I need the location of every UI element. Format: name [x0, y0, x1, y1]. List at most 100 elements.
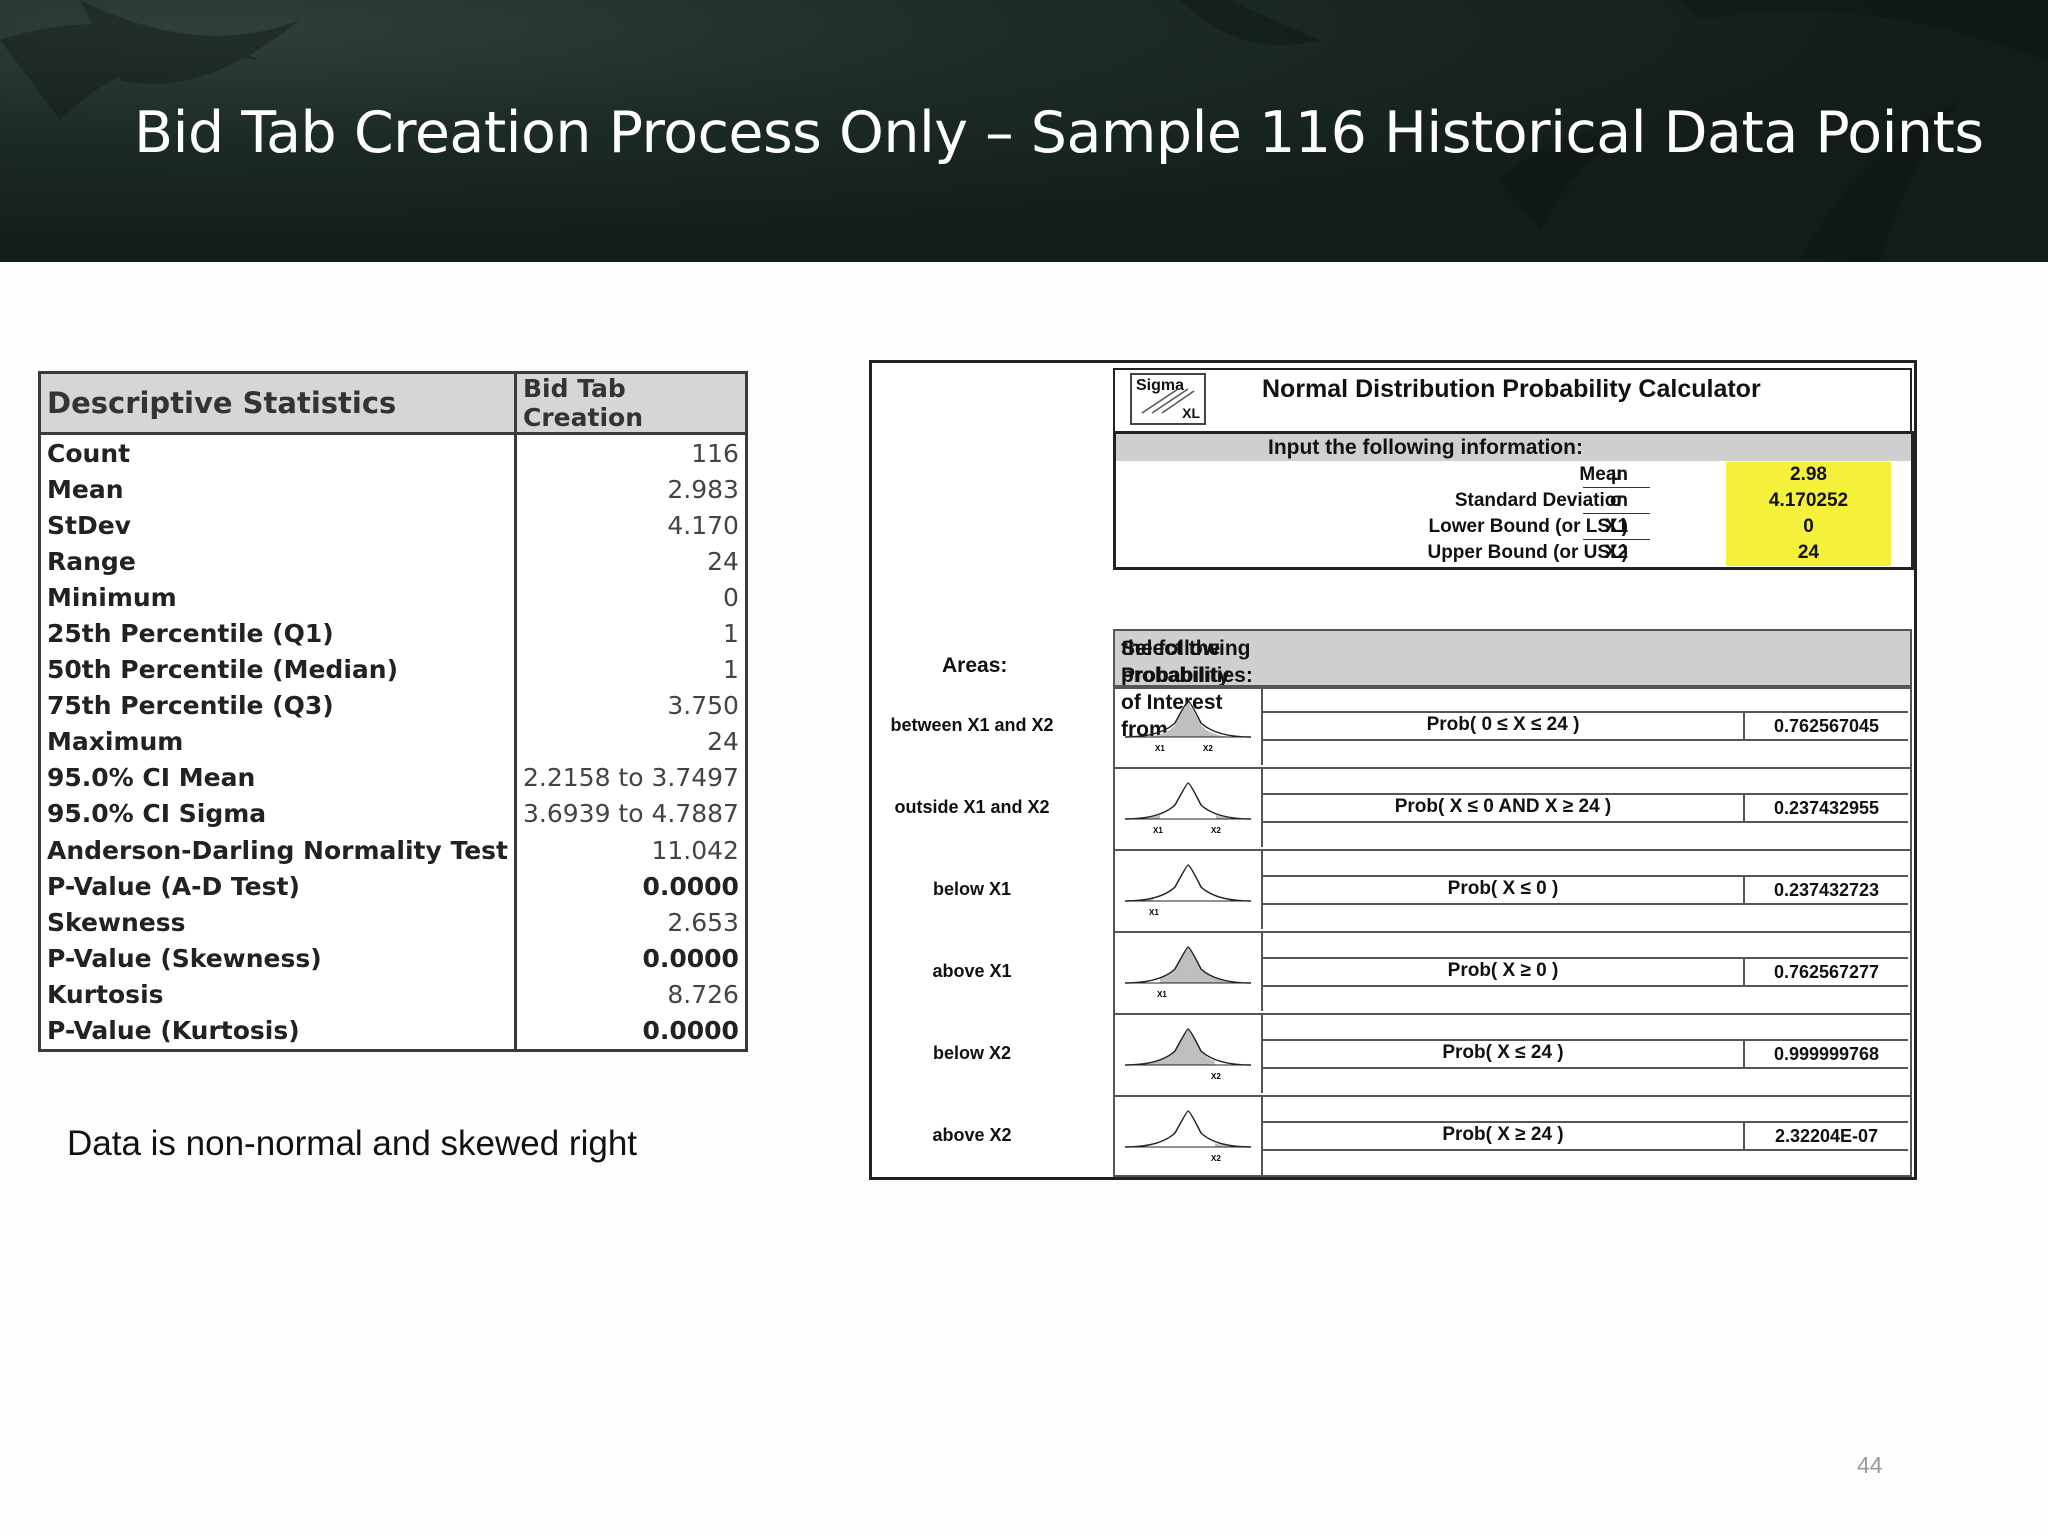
- table-row: 75th Percentile (Q3) 3.750: [38, 687, 748, 724]
- logo-text-bottom: XL: [1182, 405, 1200, 421]
- input-header: Input the following information:: [1116, 434, 1911, 461]
- input-row-lower-bound: Lower Bound (or LSL) X1 0: [1116, 514, 1911, 540]
- table-row: Kurtosis 8.726: [38, 976, 748, 1013]
- probability-expression: Prob( X ≤ 24 ): [1442, 1042, 1564, 1063]
- svg-text:X1: X1: [1155, 744, 1165, 753]
- curve-between-icon: X1 X2: [1115, 685, 1263, 765]
- stat-value: 1: [514, 651, 748, 688]
- stat-value: 4.170: [514, 507, 748, 544]
- probability-result: 0.762567277: [1773, 962, 1880, 982]
- probability-result: 0.237432955: [1773, 798, 1880, 818]
- stat-label: Range: [38, 543, 517, 580]
- table-row: Mean 2.983: [38, 471, 748, 508]
- normal-distribution-calculator: Sigma XL Normal Distribution Probability…: [869, 360, 1917, 1180]
- input-value[interactable]: 24: [1726, 540, 1891, 566]
- stat-label: StDev: [38, 507, 517, 544]
- curve-outside-icon: X1 X2: [1115, 767, 1263, 847]
- stat-label: Minimum: [38, 579, 517, 616]
- area-label: between X1 and X2: [890, 715, 1054, 735]
- input-symbol: X1: [1604, 516, 1629, 537]
- stat-label: Count: [38, 433, 517, 472]
- stat-value: 116: [514, 433, 748, 472]
- input-symbol: µ: [1611, 464, 1622, 485]
- stat-value: 24: [514, 723, 748, 760]
- input-value[interactable]: 0: [1726, 514, 1891, 540]
- stat-label: 25th Percentile (Q1): [38, 615, 517, 652]
- curve-above-x1-icon: X1: [1115, 931, 1263, 1011]
- stat-value: 0.0000: [514, 940, 748, 977]
- table-row: Minimum 0: [38, 579, 748, 616]
- svg-text:X1: X1: [1149, 908, 1159, 917]
- input-row-mean: Mean µ 2.98: [1116, 462, 1911, 488]
- probability-grid: X1 X2 Prob( 0 ≤ X ≤ 24 ) 0.762567045 X1 X2…: [1113, 685, 1912, 1177]
- stat-value: 2.2158 to 3.7497: [514, 759, 748, 796]
- probability-expression: Prob( X ≤ 0 ): [1447, 878, 1559, 899]
- stat-label: Maximum: [38, 723, 517, 760]
- input-section: Input the following information: Mean µ …: [1113, 431, 1914, 570]
- probability-expression: Prob( X ≥ 24 ): [1442, 1124, 1564, 1145]
- area-label: below X1: [932, 879, 1012, 899]
- stat-value: 2.983: [514, 471, 748, 508]
- table-row: 95.0% CI Mean 2.2158 to 3.7497: [38, 759, 748, 796]
- table-row: Skewness 2.653: [38, 904, 748, 941]
- probability-result: 2.32204E-07: [1774, 1126, 1879, 1146]
- probability-expression: Prob( X ≥ 0 ): [1447, 960, 1559, 981]
- probability-header-line: the following probabilities:: [1121, 637, 1253, 687]
- stat-label: P-Value (A-D Test): [38, 868, 517, 905]
- input-value[interactable]: 4.170252: [1726, 488, 1891, 514]
- input-row-stdev: Standard Deviation σ 4.170252: [1116, 488, 1911, 514]
- probability-header: Select the Probability of Interest from t…: [1113, 629, 1912, 741]
- sigmaxl-logo: Sigma XL: [1130, 373, 1206, 425]
- stat-label: 75th Percentile (Q3): [38, 687, 517, 724]
- svg-text:X2: X2: [1211, 1154, 1221, 1163]
- input-symbol: X2: [1604, 542, 1629, 563]
- probability-result: 0.237432723: [1773, 880, 1880, 900]
- probability-expression: Prob( 0 ≤ X ≤ 24 ): [1426, 714, 1580, 735]
- svg-text:X1: X1: [1157, 990, 1167, 999]
- descriptive-statistics-table: Descriptive Statistics Bid Tab Creation …: [38, 371, 748, 1052]
- table-row: StDev 4.170: [38, 507, 748, 544]
- areas-label: Areas:: [942, 654, 1008, 677]
- stat-value: 8.726: [514, 976, 748, 1013]
- curve-below-x2-icon: X2: [1115, 1013, 1263, 1093]
- stat-label: Kurtosis: [38, 976, 517, 1013]
- stat-value: 0.0000: [514, 1012, 748, 1051]
- title-banner: Bid Tab Creation Process Only – Sample 1…: [0, 0, 2048, 262]
- area-label: above X1: [932, 961, 1012, 981]
- input-row-upper-bound: Upper Bound (or USL) X2 24: [1116, 540, 1911, 566]
- stat-value: 0: [514, 579, 748, 616]
- svg-text:X2: X2: [1211, 1072, 1221, 1081]
- stat-value: 1: [514, 615, 748, 652]
- stat-label: Mean: [38, 471, 517, 508]
- svg-text:X1: X1: [1153, 826, 1163, 835]
- page-number: 44: [1857, 1452, 1883, 1478]
- probability-result: 0.999999768: [1773, 1044, 1880, 1064]
- table-row: P-Value (A-D Test) 0.0000: [38, 868, 748, 905]
- probability-expression: Prob( X ≤ 0 AND X ≥ 24 ): [1394, 796, 1612, 817]
- table-row: Maximum 24: [38, 723, 748, 760]
- stat-label: P-Value (Skewness): [38, 940, 517, 977]
- curve-below-x1-icon: X1: [1115, 849, 1263, 929]
- stat-value: 3.6939 to 4.7887: [514, 795, 748, 833]
- area-label: above X2: [932, 1125, 1012, 1145]
- stat-label: 50th Percentile (Median): [38, 651, 517, 688]
- input-value[interactable]: 2.98: [1726, 462, 1891, 488]
- header-stat-value: Bid Tab Creation: [514, 371, 748, 435]
- stat-label: 95.0% CI Mean: [38, 759, 517, 796]
- stat-value: 24: [514, 543, 748, 580]
- header-stat-label: Descriptive Statistics: [38, 371, 517, 435]
- area-label: below X2: [932, 1043, 1012, 1063]
- stat-value: 11.042: [514, 832, 748, 869]
- table-row: 50th Percentile (Median) 1: [38, 651, 748, 688]
- probability-result: 0.762567045: [1773, 716, 1880, 736]
- calculator-title: Normal Distribution Probability Calculat…: [1262, 375, 1761, 403]
- stat-value: 2.653: [514, 904, 748, 941]
- slide-title: Bid Tab Creation Process Only – Sample 1…: [134, 100, 1984, 166]
- table-row: Count 116: [38, 433, 748, 472]
- curve-above-x2-icon: X2: [1115, 1095, 1263, 1175]
- input-symbol: σ: [1610, 490, 1623, 511]
- conclusion-note: Data is non-normal and skewed right: [67, 1124, 638, 1163]
- stat-value: 3.750: [514, 687, 748, 724]
- table-row: 95.0% CI Sigma 3.6939 to 4.7887: [38, 795, 748, 833]
- table-header-row: Descriptive Statistics Bid Tab Creation: [38, 371, 748, 435]
